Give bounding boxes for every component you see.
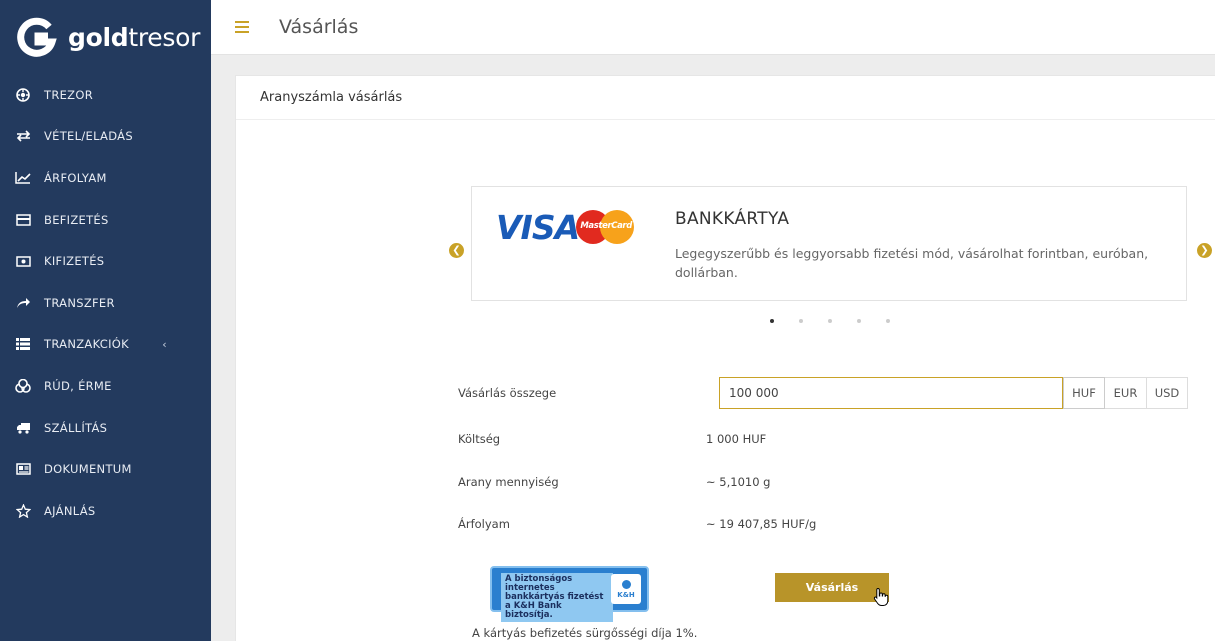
sidebar-item-vetel-eladas[interactable]: VÉTEL/ELADÁS — [0, 116, 211, 158]
credit-card-icon — [14, 211, 32, 229]
sidebar-item-ajanlas[interactable]: AJÁNLÁS — [0, 490, 211, 532]
brand-name: goldtresor — [68, 22, 201, 52]
payment-method-carousel: VISA MasterCard BANKKÁRTYA Legegyszerűbb… — [471, 186, 1187, 301]
sidebar-item-label: TRANSZFER — [44, 295, 115, 310]
rate-value: ~ 19 407,85 HUF/g — [706, 517, 817, 531]
chevron-left-icon[interactable]: ‹ — [162, 338, 167, 351]
money-icon — [14, 252, 32, 270]
mastercard-logo-text: MasterCard — [580, 221, 632, 231]
sidebar-item-label: BEFIZETÉS — [44, 212, 109, 227]
carousel-description: Legegyszerűbb és leggyorsabb fizetési mó… — [675, 246, 1149, 280]
star-icon — [14, 502, 32, 520]
vault-icon — [14, 86, 32, 104]
carousel-next-icon[interactable]: ❯ — [1197, 243, 1212, 258]
menu-toggle-icon[interactable] — [235, 21, 249, 33]
sidebar-item-transzfer[interactable]: TRANSZFER — [0, 282, 211, 324]
sidebar-item-label: RÚD, ÉRME — [44, 378, 112, 393]
document-icon — [14, 460, 32, 478]
truck-icon — [14, 419, 32, 437]
sidebar-item-befizetes[interactable]: BEFIZETÉS — [0, 199, 211, 241]
sidebar-item-label: DOKUMENTUM — [44, 462, 132, 477]
logo[interactable]: goldtresor — [0, 0, 211, 74]
sidebar-item-dokumentum[interactable]: DOKUMENTUM — [0, 448, 211, 490]
goldtresor-logo-icon — [17, 17, 57, 57]
rate-label: Árfolyam — [458, 517, 510, 531]
sidebar-item-szallitas[interactable]: SZÁLLÍTÁS — [0, 407, 211, 449]
panel-title: Aranyszámla vásárlás — [236, 76, 1215, 120]
exchange-icon — [14, 127, 32, 145]
sidebar-item-tranzakciok[interactable]: TRANZAKCIÓK ‹ — [0, 324, 211, 366]
gold-quantity-value: ~ 5,1010 g — [706, 475, 771, 489]
gold-quantity-label: Arany mennyiség — [458, 475, 559, 489]
cost-label: Költség — [458, 432, 501, 446]
carousel-title: BANKKÁRTYA — [675, 209, 790, 229]
visa-logo-text: VISA — [496, 207, 580, 247]
sidebar: goldtresor TREZOR VÉTEL/ELADÁS ÁRFOLYAM … — [0, 0, 211, 641]
carousel-dot[interactable] — [799, 319, 803, 323]
kh-logo-icon: K&H — [611, 574, 641, 604]
sidebar-item-kifizetes[interactable]: KIFIZETÉS — [0, 240, 211, 282]
chart-icon — [14, 169, 32, 187]
carousel-indicators — [770, 319, 915, 323]
visa-mastercard-logo: VISA MasterCard — [496, 207, 635, 247]
amount-input-group: HUF EUR USD — [719, 377, 1188, 409]
mastercard-logo: MasterCard — [576, 209, 635, 245]
sidebar-item-arfolyam[interactable]: ÁRFOLYAM — [0, 157, 211, 199]
share-arrow-icon — [14, 294, 32, 312]
kh-badge-text: A biztonságos internetes bankkártyás fiz… — [501, 573, 613, 622]
sidebar-item-rud-erme[interactable]: RÚD, ÉRME — [0, 365, 211, 407]
sidebar-nav: TREZOR VÉTEL/ELADÁS ÁRFOLYAM BEFIZETÉS K… — [0, 74, 211, 532]
hand-cursor-icon — [873, 587, 889, 606]
sidebar-item-label: SZÁLLÍTÁS — [44, 420, 108, 435]
currency-huf-button[interactable]: HUF — [1063, 377, 1105, 409]
card-fee-note: A kártyás befizetés sürgősségi díja 1%. — [472, 626, 698, 640]
top-bar: Vásárlás — [211, 0, 1215, 55]
sidebar-item-label: TREZOR — [44, 87, 94, 102]
page-title: Vásárlás — [279, 16, 359, 38]
amount-label: Vásárlás összege — [458, 386, 557, 400]
buy-button[interactable]: Vásárlás — [775, 573, 889, 602]
carousel-dot[interactable] — [886, 319, 890, 323]
coins-icon — [14, 377, 32, 395]
carousel-prev-icon[interactable]: ❮ — [449, 243, 464, 258]
amount-input[interactable] — [719, 377, 1063, 409]
sidebar-item-trezor[interactable]: TREZOR — [0, 74, 211, 116]
carousel-dot[interactable] — [857, 319, 861, 323]
sidebar-item-label: AJÁNLÁS — [44, 503, 96, 518]
carousel-dot[interactable] — [828, 319, 832, 323]
sidebar-item-label: KIFIZETÉS — [44, 254, 105, 269]
sidebar-item-label: TRANZAKCIÓK — [44, 337, 129, 352]
carousel-dot[interactable] — [770, 319, 774, 323]
sidebar-item-label: ÁRFOLYAM — [44, 170, 107, 185]
kh-bank-badge[interactable]: A biztonságos internetes bankkártyás fiz… — [490, 566, 649, 622]
sidebar-item-label: VÉTEL/ELADÁS — [44, 129, 133, 144]
currency-usd-button[interactable]: USD — [1147, 377, 1188, 409]
purchase-panel: Aranyszámla vásárlás ❮ VISA MasterCard B… — [235, 75, 1215, 641]
list-icon — [14, 335, 32, 353]
cost-value: 1 000 HUF — [706, 432, 767, 446]
currency-eur-button[interactable]: EUR — [1105, 377, 1147, 409]
